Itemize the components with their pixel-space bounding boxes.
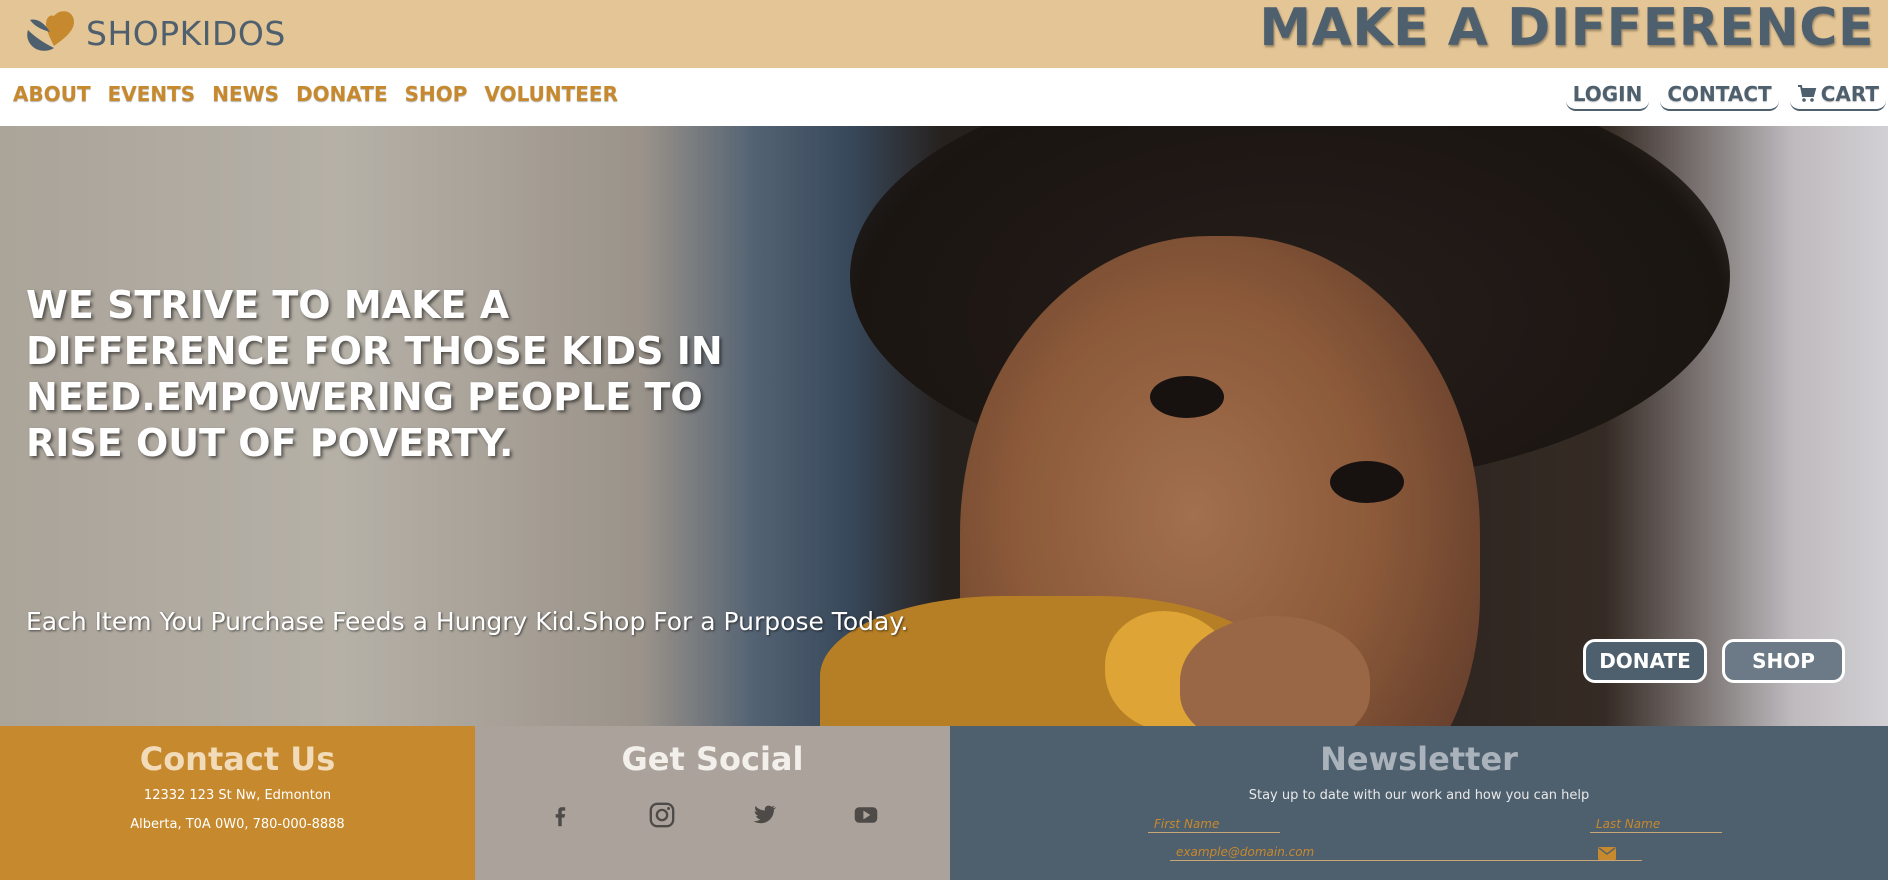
twitter-icon[interactable] — [749, 800, 779, 830]
last-name-field[interactable]: Last Name — [1590, 816, 1722, 833]
hero-headline: WE STRIVE TO MAKE A DIFFERENCE FOR THOSE… — [26, 283, 723, 465]
nav-shop[interactable]: SHOP — [405, 82, 468, 106]
email-field[interactable]: example@domain.com — [1170, 844, 1642, 861]
cart-label: CART — [1820, 82, 1879, 106]
brand-name: SHOPKIDOS — [86, 13, 286, 53]
nav-events[interactable]: EVENTS — [108, 82, 196, 106]
cart-link[interactable]: CART — [1789, 80, 1886, 111]
address-line-2: Alberta, T0A 0W0, 780-000-8888 — [130, 817, 345, 832]
facebook-icon[interactable] — [545, 800, 575, 830]
donate-button[interactable]: DONATE — [1583, 639, 1707, 683]
footer: Contact Us 12332 123 St Nw, Edmonton Alb… — [0, 726, 1888, 880]
envelope-icon[interactable] — [1598, 847, 1616, 860]
contact-section: Contact Us 12332 123 St Nw, Edmonton Alb… — [0, 726, 475, 880]
social-title: Get Social — [621, 740, 804, 778]
newsletter-title: Newsletter — [1320, 740, 1518, 778]
youtube-icon[interactable] — [851, 800, 881, 830]
cart-icon — [1797, 85, 1817, 102]
newsletter-section: Newsletter Stay up to date with our work… — [950, 726, 1888, 880]
nav-right: LOGIN CONTACT CART — [1555, 80, 1886, 111]
newsletter-subtitle: Stay up to date with our work and how yo… — [1248, 788, 1590, 803]
login-link[interactable]: LOGIN — [1565, 80, 1650, 111]
tagline: MAKE A DIFFERENCE — [1259, 0, 1874, 58]
main-nav: ABOUT EVENTS NEWS DONATE SHOP VOLUNTEER … — [0, 68, 1888, 126]
nav-volunteer[interactable]: VOLUNTEER — [484, 82, 618, 106]
first-name-field[interactable]: First Name — [1148, 816, 1280, 833]
shop-button[interactable]: SHOP — [1722, 639, 1845, 683]
social-section: Get Social — [475, 726, 950, 880]
hero-banner: WE STRIVE TO MAKE A DIFFERENCE FOR THOSE… — [0, 126, 1888, 726]
logo[interactable]: SHOPKIDOS — [24, 8, 286, 58]
contact-link[interactable]: CONTACT — [1660, 80, 1779, 111]
address-line-1: 12332 123 St Nw, Edmonton — [143, 788, 332, 803]
nav-donate[interactable]: DONATE — [296, 82, 388, 106]
instagram-icon[interactable] — [647, 800, 677, 830]
contact-title: Contact Us — [139, 740, 336, 778]
nav-left: ABOUT EVENTS NEWS DONATE SHOP VOLUNTEER — [13, 82, 635, 106]
heart-hands-logo-icon — [27, 11, 74, 51]
top-banner: SHOPKIDOS MAKE A DIFFERENCE — [0, 0, 1888, 68]
nav-about[interactable]: ABOUT — [13, 82, 91, 106]
nav-news[interactable]: NEWS — [212, 82, 279, 106]
hero-subline: Each Item You Purchase Feeds a Hungry Ki… — [26, 607, 909, 636]
social-icons — [475, 800, 950, 830]
